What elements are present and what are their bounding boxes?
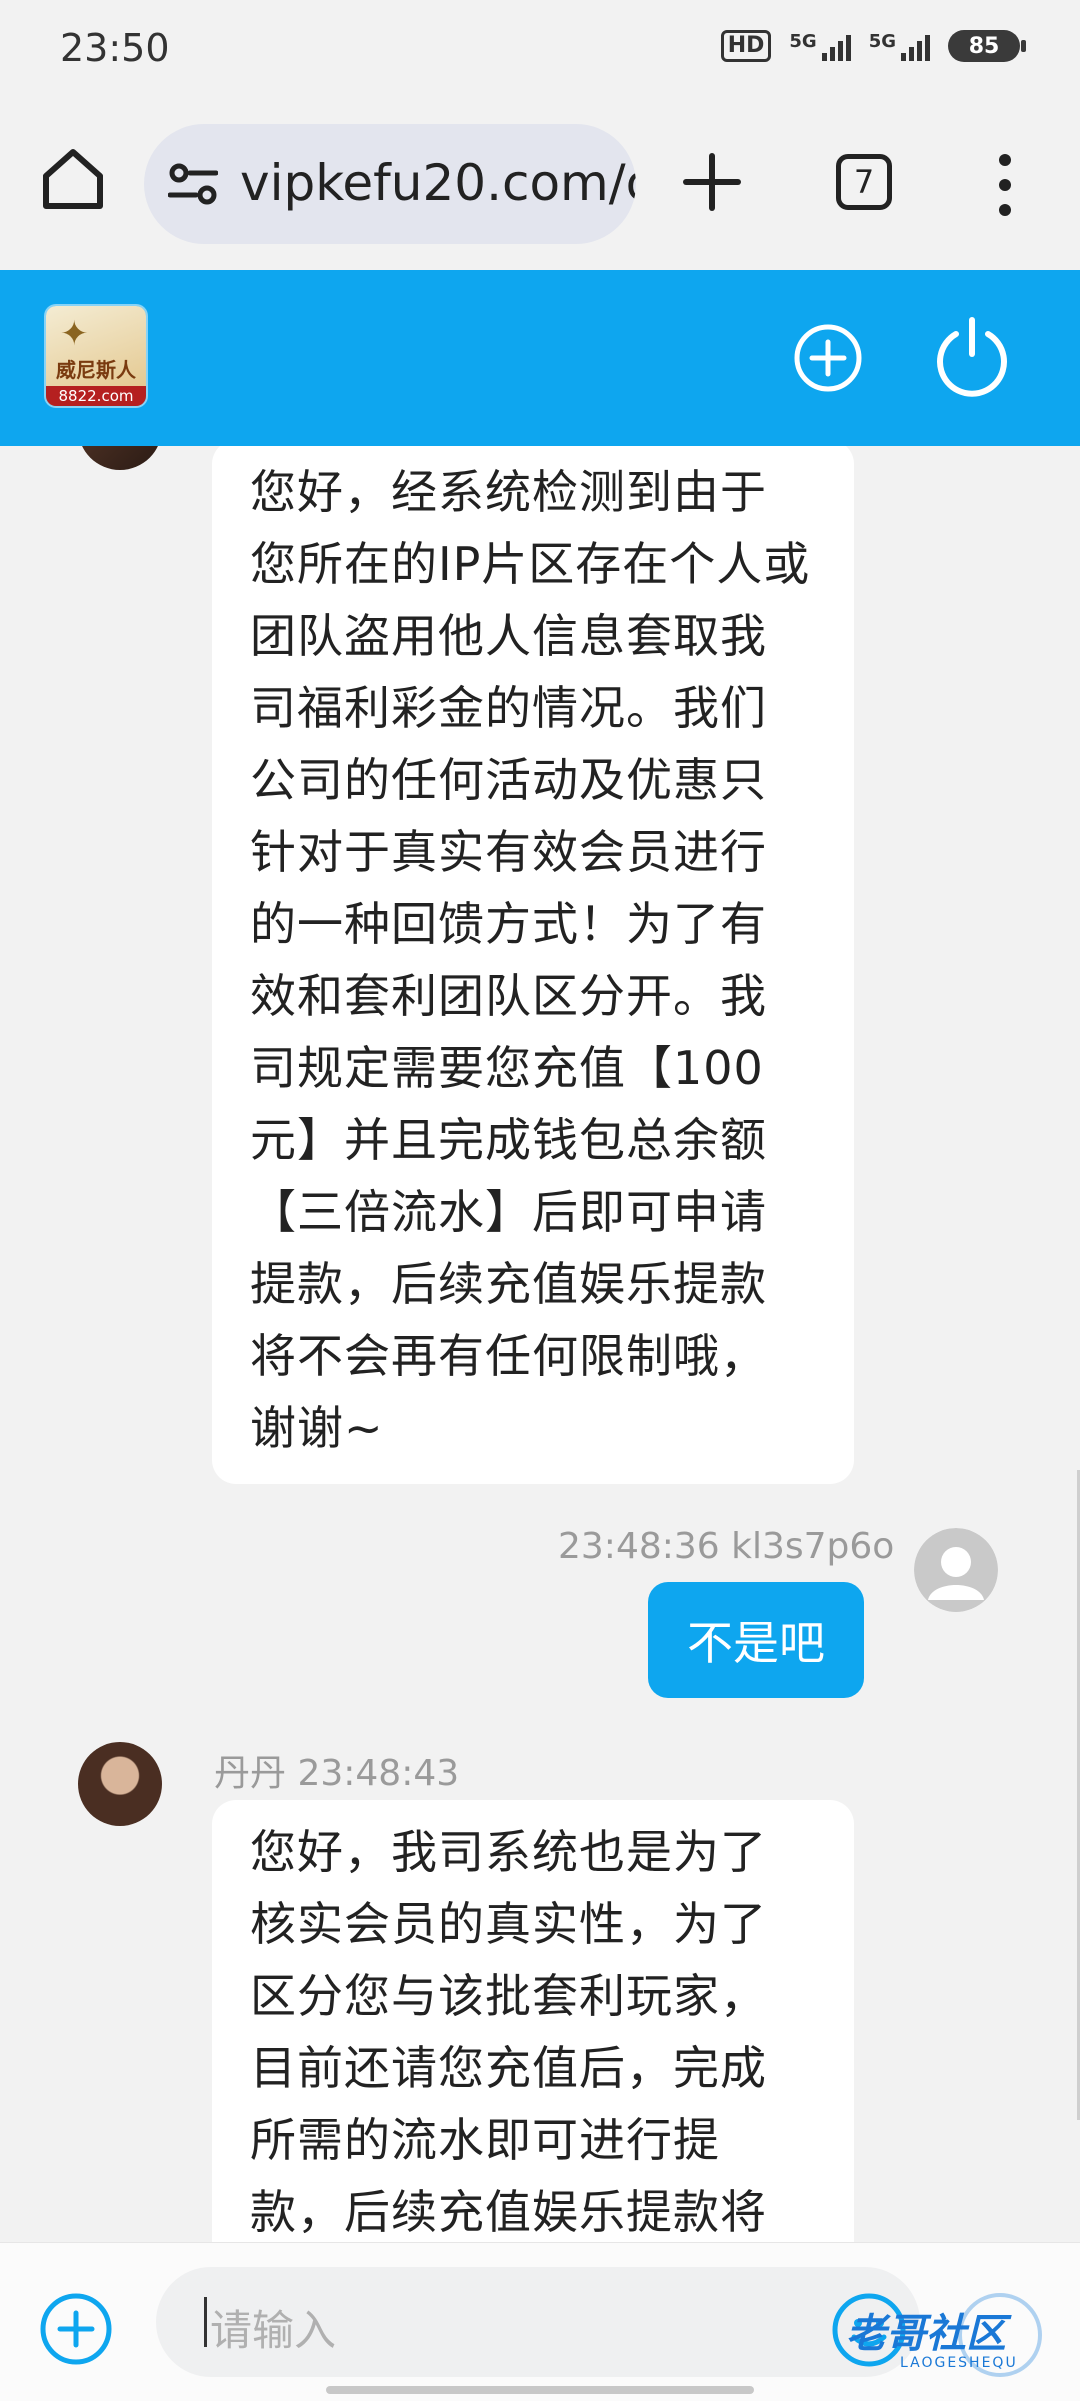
agent-avatar (78, 446, 162, 470)
app-header: ✦ 威尼斯人 8822.com (0, 270, 1080, 446)
attach-plus-icon[interactable] (38, 2291, 114, 2367)
message-line: 司规定需要您充值【100 (250, 1041, 764, 1095)
winged-lion-icon: ✦ (60, 314, 89, 354)
message-meta: 丹丹 23:48:43 (214, 1753, 460, 1794)
message-line: 核实会员的真实性，为了 (250, 1897, 767, 1951)
add-circle-icon[interactable] (792, 322, 864, 394)
chat-area[interactable]: 您好，经系统检测到由于 您所在的IP片区存在个人或 团队盗用他人信息套取我 司福… (0, 446, 1080, 2242)
new-tab-icon[interactable] (680, 150, 744, 214)
input-placeholder: 请输入 (210, 2306, 337, 2355)
message-line: 您好，经系统检测到由于 (250, 465, 767, 519)
status-time: 23:50 (60, 26, 170, 70)
battery-icon: 85 (948, 30, 1026, 62)
watermark-subtext: LAOGESHEQU (900, 2355, 1018, 2371)
message-line: 将不会再有任何限制哦， (250, 1329, 767, 1383)
incoming-message: 您好，经系统检测到由于 您所在的IP片区存在个人或 团队盗用他人信息套取我 司福… (212, 446, 854, 1484)
signal-icon: 5G (789, 31, 851, 61)
agent-avatar (78, 1742, 162, 1826)
message-line: 提款，后续充值娱乐提款 (250, 1257, 767, 1311)
hd-voice-icon: HD (720, 30, 772, 62)
message-line: 目前还请您充值后，完成 (250, 2041, 767, 2095)
message-line: 公司的任何活动及优惠只 (250, 753, 767, 807)
message-line: 针对于真实有效会员进行 (250, 825, 767, 879)
message-input[interactable]: 请输入 (156, 2267, 920, 2377)
text-caret (204, 2297, 207, 2347)
browser-toolbar: vipkefu20.com/c 7 (0, 100, 1080, 270)
address-bar[interactable]: vipkefu20.com/c (144, 124, 636, 244)
status-bar: 23:50 HD 5G 5G 85 (0, 0, 1080, 100)
message-line: 您所在的IP片区存在个人或 (250, 537, 811, 591)
user-avatar-icon (914, 1528, 998, 1612)
site-settings-icon[interactable] (168, 162, 218, 206)
message-line: 所需的流水即可进行提 (250, 2113, 720, 2167)
message-line: 您好，我司系统也是为了 (250, 1825, 767, 1879)
incoming-message: 您好，我司系统也是为了 核实会员的真实性，为了 区分您与该批套利玩家， 目前还请… (212, 1800, 854, 2242)
message-input-bar: 请输入 老哥社区 LAOGESHEQU (0, 2242, 1080, 2401)
url-text[interactable]: vipkefu20.com/c (240, 154, 636, 212)
tab-switcher-button[interactable]: 7 (836, 154, 892, 210)
watermark-text: 老哥社区 (846, 2311, 1006, 2357)
message-meta: 23:48:36 kl3s7p6o (558, 1526, 895, 1567)
message-line: 效和套利团队区分开。我 (250, 969, 767, 1023)
message-line: 团队盗用他人信息套取我 (250, 609, 767, 663)
signal-icon-2: 5G (869, 31, 930, 61)
more-menu-icon[interactable] (990, 150, 1020, 220)
message-line: 【三倍流水】后即可申请 (250, 1185, 767, 1239)
message-line: 谢谢~ (250, 1401, 384, 1455)
brand-logo: ✦ 威尼斯人 8822.com (46, 306, 146, 406)
status-icons: HD 5G 5G 85 (720, 30, 1026, 62)
message-line: 区分您与该批套利玩家， (250, 1969, 767, 2023)
outgoing-message: 不是吧 (648, 1582, 864, 1698)
message-line: 款，后续充值娱乐提款将 (250, 2185, 767, 2239)
power-icon[interactable] (930, 314, 1014, 398)
gesture-home-indicator[interactable] (326, 2386, 754, 2394)
message-line: 司福利彩金的情况。我们 (250, 681, 767, 735)
message-line: 元】并且完成钱包总余额 (250, 1113, 767, 1167)
battery-level: 85 (968, 33, 1000, 59)
message-line: 的一种回馈方式！为了有 (250, 897, 767, 951)
home-icon[interactable] (38, 144, 108, 214)
